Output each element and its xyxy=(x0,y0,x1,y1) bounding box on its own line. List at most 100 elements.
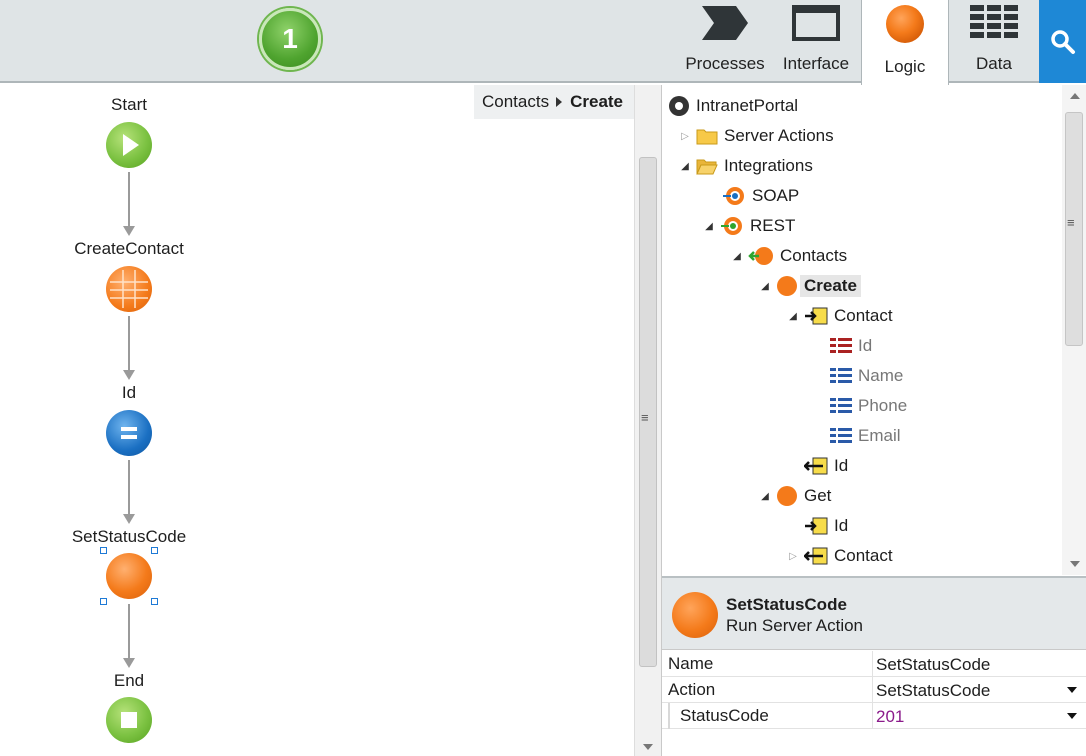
input-parameter-icon xyxy=(805,517,828,535)
tree-item-attr-name[interactable]: Name xyxy=(830,361,903,391)
assign-node[interactable] xyxy=(106,410,152,456)
dropdown-arrow-icon[interactable] xyxy=(1067,687,1077,693)
tab-interface[interactable]: Interface xyxy=(772,0,860,83)
tab-label: Interface xyxy=(782,54,850,73)
flow-arrow-icon xyxy=(123,370,135,380)
selection-handle[interactable] xyxy=(100,598,107,605)
tree-item-create[interactable]: ◢ Create xyxy=(760,271,861,301)
flow-arrow-icon xyxy=(123,226,135,236)
collapse-arrow-icon[interactable]: ◢ xyxy=(760,491,770,502)
collapse-arrow-icon[interactable]: ◢ xyxy=(732,251,742,262)
node-label-end: End xyxy=(113,671,145,690)
table-grid-icon xyxy=(970,5,1018,38)
node-label-start: Start xyxy=(111,95,147,114)
server-action-node[interactable] xyxy=(106,553,152,599)
tree-item-get-contact[interactable]: ▷ Contact xyxy=(788,541,892,571)
node-label-createcontact: CreateContact xyxy=(74,239,184,258)
tree-item-output-id[interactable]: Id xyxy=(804,451,848,481)
stop-square-icon xyxy=(121,712,137,728)
node-label-setstatuscode: SetStatusCode xyxy=(71,527,187,546)
properties-subtitle: Run Server Action xyxy=(726,616,864,635)
tree-item-contact-param[interactable]: ◢ Contact xyxy=(788,301,892,331)
tree-vertical-scrollbar[interactable]: ≡ xyxy=(1062,85,1086,575)
tree-item-attr-id[interactable]: Id xyxy=(830,331,872,361)
equals-icon xyxy=(121,427,137,439)
tab-label: Logic xyxy=(884,57,926,76)
method-icon xyxy=(777,276,797,296)
method-icon xyxy=(777,486,797,506)
output-parameter-icon xyxy=(804,547,828,565)
search-icon xyxy=(1050,29,1075,54)
property-key: Action xyxy=(668,680,716,699)
flow-connector xyxy=(128,604,130,658)
publish-button[interactable]: 1 xyxy=(259,8,321,70)
properties-header: SetStatusCode Run Server Action xyxy=(662,576,1086,650)
tab-processes[interactable]: Processes xyxy=(680,0,770,83)
flow-connector xyxy=(128,460,130,514)
tree-item-attr-phone[interactable]: Phone xyxy=(830,391,907,421)
end-node[interactable] xyxy=(106,697,152,743)
property-name-field[interactable]: SetStatusCode xyxy=(876,655,990,675)
start-node[interactable] xyxy=(106,122,152,168)
grip-icon: ≡ xyxy=(1067,215,1075,230)
expand-arrow-icon[interactable]: ▷ xyxy=(680,131,690,142)
tree-item-contacts[interactable]: ◢ Contacts xyxy=(732,241,847,271)
top-toolbar: 1 Processes Interface Logic Data xyxy=(0,0,1086,85)
collapse-arrow-icon[interactable]: ◢ xyxy=(788,311,798,322)
scroll-down-arrow-icon[interactable] xyxy=(643,744,653,750)
tab-logic[interactable]: Logic xyxy=(861,0,949,85)
tree-item-integrations[interactable]: ◢ Integrations xyxy=(680,151,813,181)
selection-handle[interactable] xyxy=(151,598,158,605)
canvas-vertical-scrollbar[interactable]: ≡ xyxy=(634,85,661,756)
orange-circle-icon xyxy=(886,5,924,43)
elements-tree: IntranetPortal ▷ Server Actions ◢ Integr… xyxy=(662,85,1062,575)
open-folder-icon xyxy=(696,159,718,175)
property-statuscode-field[interactable]: 201 xyxy=(876,707,904,727)
window-icon xyxy=(792,5,840,41)
selection-handle[interactable] xyxy=(100,547,107,554)
flow-connector xyxy=(128,172,130,226)
breadcrumb-current: Create xyxy=(570,92,624,111)
selection-handle[interactable] xyxy=(151,547,158,554)
property-row-statuscode: StatusCode 201 xyxy=(662,703,1086,729)
tree-item-rest[interactable]: ◢ REST xyxy=(704,211,795,241)
properties-table: Name SetStatusCode Action SetStatusCode … xyxy=(662,651,1086,729)
soap-service-icon xyxy=(723,187,744,205)
entity-grid-icon xyxy=(110,270,148,308)
property-key: StatusCode xyxy=(680,706,769,725)
flow-connector xyxy=(128,316,130,370)
breadcrumb-separator-icon xyxy=(556,97,563,107)
tree-item-soap[interactable]: SOAP xyxy=(722,181,799,211)
tree-item-get[interactable]: ◢ Get xyxy=(760,481,831,511)
logic-panel: IntranetPortal ▷ Server Actions ◢ Integr… xyxy=(661,85,1086,756)
properties-title: SetStatusCode xyxy=(726,595,847,614)
attribute-icon xyxy=(830,428,852,443)
tab-label: Data xyxy=(976,54,1012,73)
tree-item-get-id[interactable]: Id xyxy=(804,511,848,541)
tree-item-root[interactable]: IntranetPortal xyxy=(668,91,798,121)
scroll-down-arrow-icon[interactable] xyxy=(1070,561,1080,567)
property-key: Name xyxy=(668,654,714,673)
rest-api-icon xyxy=(748,247,773,265)
expand-arrow-icon[interactable]: ▷ xyxy=(788,551,798,562)
tab-data[interactable]: Data xyxy=(950,0,1038,83)
tree-item-attr-email[interactable]: Email xyxy=(830,421,901,451)
output-parameter-icon xyxy=(804,457,828,475)
rest-service-icon xyxy=(721,217,742,235)
scroll-up-arrow-icon[interactable] xyxy=(1070,93,1080,99)
grip-icon: ≡ xyxy=(641,410,649,425)
collapse-arrow-icon[interactable]: ◢ xyxy=(680,161,690,172)
breadcrumb: Contacts Create xyxy=(474,85,634,119)
search-button[interactable] xyxy=(1039,0,1086,83)
tree-item-server-actions[interactable]: ▷ Server Actions xyxy=(680,121,833,151)
process-chevron-icon xyxy=(702,6,748,40)
dropdown-arrow-icon[interactable] xyxy=(1067,713,1077,719)
flow-canvas[interactable]: Contacts Create Start CreateContact Id S… xyxy=(0,85,634,756)
entity-action-node[interactable] xyxy=(106,266,152,312)
property-action-select[interactable]: SetStatusCode xyxy=(876,681,990,701)
collapse-arrow-icon[interactable]: ◢ xyxy=(704,221,714,232)
collapse-arrow-icon[interactable]: ◢ xyxy=(760,281,770,292)
folder-icon xyxy=(696,129,718,145)
breadcrumb-parent[interactable]: Contacts xyxy=(482,92,549,112)
node-label-id: Id xyxy=(121,383,137,402)
